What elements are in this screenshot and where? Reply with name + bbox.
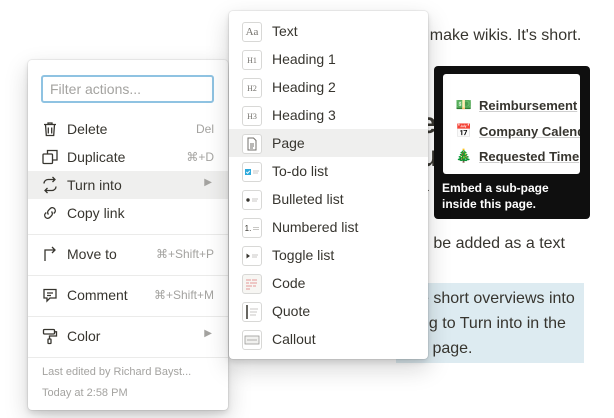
menu-item-label: Move to	[67, 246, 117, 262]
tooltip-preview-image: 💵 Reimbursement 📅 Company Calend 🎄 Reque…	[443, 74, 580, 174]
menu-divider	[28, 316, 228, 317]
callout-block-icon	[242, 330, 262, 350]
heading-3-icon: H3	[242, 106, 262, 126]
turn-into-heading-3[interactable]: H3 Heading 3	[229, 101, 428, 129]
turn-into-menu-item[interactable]: Turn into ▶	[28, 171, 228, 199]
calendar-emoji-icon: 📅	[455, 123, 473, 138]
menu-item-shortcut: ⌘+Shift+M	[153, 288, 214, 302]
submenu-item-label: Numbered list	[272, 219, 359, 235]
submenu-item-label: Text	[272, 23, 298, 39]
heading-2-icon: H2	[242, 78, 262, 98]
preview-page-link: 💵 Reimbursement	[455, 95, 577, 115]
submenu-item-label: Page	[272, 135, 305, 151]
move-to-icon	[41, 245, 59, 263]
submenu-item-label: To-do list	[272, 163, 329, 179]
link-icon	[41, 204, 59, 222]
chevron-right-icon: ▶	[204, 177, 212, 188]
preview-page-label: Requested Time	[479, 148, 580, 164]
code-block-icon	[242, 274, 262, 294]
turn-into-heading-2[interactable]: H2 Heading 2	[229, 73, 428, 101]
submenu-item-label: Heading 3	[272, 107, 336, 123]
page-text-line: to make wikis. It's short.	[412, 27, 582, 44]
page-icon	[242, 134, 262, 154]
submenu-item-label: Heading 2	[272, 79, 336, 95]
turn-into-todo-list[interactable]: To-do list	[229, 157, 428, 185]
last-edited-time: Today at 2:58 PM	[42, 387, 128, 399]
menu-item-label: Delete	[67, 121, 108, 137]
last-edited-by: Last edited by Richard Bayst...	[42, 366, 192, 378]
block-action-menu: Delete Del Duplicate ⌘+D Turn into ▶	[28, 60, 228, 410]
turn-into-numbered-list[interactable]: 1. Numbered list	[229, 213, 428, 241]
turn-into-code[interactable]: Code	[229, 269, 428, 297]
turn-into-callout[interactable]: Callout	[229, 325, 428, 353]
submenu-item-label: Heading 1	[272, 51, 336, 67]
bulleted-list-icon	[242, 190, 262, 210]
paint-roller-icon	[41, 327, 59, 345]
menu-item-label: Turn into	[67, 177, 122, 193]
turn-into-icon	[41, 176, 59, 194]
menu-item-label: Copy link	[67, 205, 125, 221]
page-text-line: n be added as a text	[420, 235, 565, 252]
tooltip-caption: Embed a sub-page inside this page.	[442, 181, 549, 211]
quote-block-icon	[242, 302, 262, 322]
chevron-right-icon: ▶	[204, 328, 212, 339]
color-menu-item[interactable]: Color ▶	[28, 322, 228, 350]
trash-icon	[41, 120, 59, 138]
heading-1-icon: H1	[242, 50, 262, 70]
turn-into-heading-1[interactable]: H1 Heading 1	[229, 45, 428, 73]
duplicate-menu-item[interactable]: Duplicate ⌘+D	[28, 143, 228, 171]
menu-divider	[28, 357, 228, 358]
turn-into-text[interactable]: Aa Text	[229, 17, 428, 45]
copy-link-menu-item[interactable]: Copy link	[28, 199, 228, 227]
todo-list-icon	[242, 162, 262, 182]
move-to-menu-item[interactable]: Move to ⌘+Shift+P	[28, 240, 228, 268]
menu-item-shortcut: ⌘+D	[186, 150, 214, 164]
submenu-item-label: Quote	[272, 303, 311, 319]
callout-text-line: e short overviews into	[420, 290, 575, 307]
turn-into-submenu: Aa Text H1 Heading 1 H2 Heading 2 H3 Hea…	[229, 11, 428, 359]
preview-page-label: Company Calend	[479, 123, 580, 139]
submenu-item-label: Bulleted list	[272, 191, 344, 207]
preview-page-label: Reimbursement	[479, 97, 578, 113]
duplicate-icon	[41, 148, 59, 166]
tree-emoji-icon: 🎄	[455, 148, 473, 163]
comment-icon	[41, 286, 59, 304]
menu-item-shortcut: Del	[195, 122, 214, 136]
turn-into-quote[interactable]: Quote	[229, 297, 428, 325]
comment-menu-item[interactable]: Comment ⌘+Shift+M	[28, 281, 228, 309]
text-block-icon: Aa	[242, 22, 262, 42]
submenu-item-label: Toggle list	[272, 247, 335, 263]
turn-into-page[interactable]: Page	[229, 129, 428, 157]
preview-page-link: 🎄 Requested Time	[455, 146, 579, 166]
numbered-list-icon: 1.	[242, 218, 262, 238]
money-emoji-icon: 💵	[455, 97, 473, 112]
submenu-item-label: Code	[272, 275, 306, 291]
preview-page-link: 📅 Company Calend	[455, 121, 580, 141]
submenu-item-label: Callout	[272, 331, 316, 347]
callout-text-line: ng to Turn into in the	[420, 315, 566, 332]
turn-into-toggle-list[interactable]: Toggle list	[229, 241, 428, 269]
page-preview-tooltip: 💵 Reimbursement 📅 Company Calend 🎄 Reque…	[434, 66, 590, 219]
menu-item-shortcut: ⌘+Shift+P	[155, 247, 214, 261]
filter-actions-input[interactable]	[41, 75, 214, 103]
toggle-list-icon	[242, 246, 262, 266]
delete-menu-item[interactable]: Delete Del	[28, 115, 228, 143]
menu-divider	[28, 234, 228, 235]
menu-item-label: Color	[67, 328, 101, 344]
menu-item-label: Comment	[67, 287, 128, 303]
turn-into-bulleted-list[interactable]: Bulleted list	[229, 185, 428, 213]
menu-divider	[28, 275, 228, 276]
menu-item-label: Duplicate	[67, 149, 126, 165]
